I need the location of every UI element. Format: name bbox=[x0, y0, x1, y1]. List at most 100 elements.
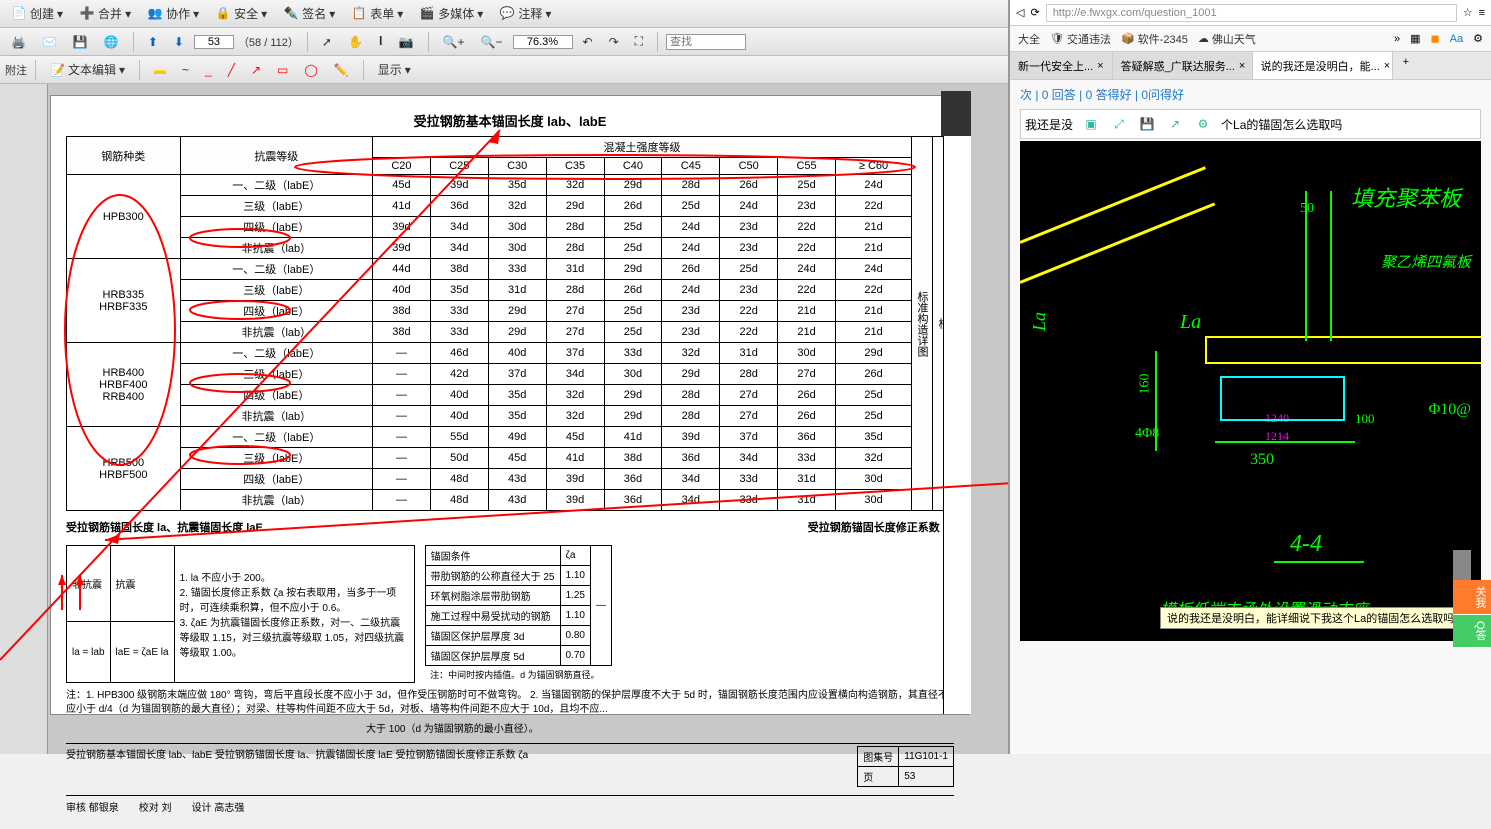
thumbnail-strip[interactable] bbox=[0, 84, 48, 754]
bookmark-item[interactable]: 📦 软件-2345 bbox=[1121, 31, 1188, 47]
underline-tool[interactable]: _ bbox=[199, 61, 218, 79]
fit-page-button[interactable]: ⛶ bbox=[629, 32, 649, 51]
hand-tool[interactable]: ✋ bbox=[342, 33, 369, 51]
menu-icon[interactable]: ≡ bbox=[1479, 7, 1485, 19]
create-button[interactable]: 📄创建 ▾ bbox=[5, 3, 69, 24]
save-icon[interactable]: 💾 bbox=[1137, 114, 1157, 134]
ext-icon-1[interactable]: ▦ bbox=[1410, 32, 1420, 45]
next-page-button[interactable]: ⬇ bbox=[168, 33, 190, 51]
factor-table: 锚固条件ζa—带肋钢筋的公称直径大于 251.10环氧树脂涂层带肋钢筋1.25施… bbox=[425, 545, 612, 683]
arrow-down-icon: ⬇ bbox=[174, 35, 184, 49]
zoom-input[interactable] bbox=[513, 35, 573, 49]
text-edit-button[interactable]: 📝文本编辑 ▾ bbox=[44, 59, 131, 80]
people-icon: 👥 bbox=[147, 6, 163, 22]
highlight-tool[interactable]: ▬ bbox=[148, 61, 172, 79]
tooltip: 说的我还是没明白，能详细说下我这个La的锚固怎么选取吗 bbox=[1160, 607, 1461, 629]
back-button[interactable]: ◁ bbox=[1016, 6, 1024, 19]
prev-page-button[interactable]: ⬆ bbox=[142, 33, 164, 51]
ext-icon-2[interactable]: ◼ bbox=[1431, 32, 1440, 45]
forms-button[interactable]: 📋表单 ▾ bbox=[345, 3, 409, 24]
doc-icon: 📄 bbox=[11, 6, 27, 22]
save-button[interactable]: 💾 bbox=[67, 33, 94, 51]
rotate-right-button[interactable]: ↷ bbox=[603, 33, 625, 51]
strikeout-icon: ~ bbox=[182, 63, 189, 77]
chevron-right-icon[interactable]: » bbox=[1394, 33, 1400, 45]
rect-tool[interactable]: ▭ bbox=[271, 61, 294, 79]
tab-1[interactable]: 新一代安全上... × bbox=[1010, 52, 1113, 79]
email-button[interactable]: ✉️ bbox=[36, 33, 63, 51]
line-tool[interactable]: ╱ bbox=[222, 61, 241, 79]
oval-icon: ◯ bbox=[304, 63, 317, 77]
zoom-out-icon: 🔍− bbox=[481, 35, 503, 49]
oval-tool[interactable]: ◯ bbox=[298, 61, 323, 79]
pencil-icon: ✏️ bbox=[334, 63, 349, 77]
new-tab-button[interactable]: + bbox=[1393, 52, 1419, 79]
cad-la-label2: La bbox=[1180, 311, 1201, 334]
reload-button[interactable]: ⟳ bbox=[1030, 6, 1039, 19]
layers-icon[interactable]: ▣ bbox=[1081, 114, 1101, 134]
select-tool[interactable]: ➚ bbox=[316, 33, 338, 51]
pencil-tool[interactable]: ✏️ bbox=[328, 61, 355, 79]
display-button[interactable]: 显示 ▾ bbox=[372, 59, 417, 80]
cad-la-label: La bbox=[1029, 312, 1050, 331]
collab-button[interactable]: 👥协作 ▾ bbox=[141, 3, 205, 24]
bookmarks-bar: 大全 🛡 交通违法 📦 软件-2345 ☁ 佛山天气 » ▦ ◼ Aa ⚙ bbox=[1010, 26, 1491, 52]
atlas-info: 图集号11G101-1 页53 bbox=[857, 746, 954, 787]
cad-toolbar: 我还是没 ▣ ⤢ 💾 ↗ ⚙ 个La的锚固怎么选取吗 bbox=[1020, 109, 1481, 139]
dark-patch bbox=[941, 91, 971, 136]
cad-phi10: Φ10@ bbox=[1429, 401, 1471, 419]
expand-icon[interactable]: ⤢ bbox=[1109, 114, 1129, 134]
cad-underline bbox=[1274, 561, 1364, 563]
rotate-left-icon: ↶ bbox=[583, 35, 593, 49]
gear-icon[interactable]: ⚙ bbox=[1473, 32, 1483, 45]
browser-pane: ◁ ⟳ ☆ ≡ 大全 🛡 交通违法 📦 软件-2345 ☁ 佛山天气 » ▦ ◼… bbox=[1008, 0, 1491, 754]
cursor-icon: ➚ bbox=[322, 35, 332, 49]
zoom-in-button[interactable]: 🔍+ bbox=[437, 33, 471, 51]
arrow-tool[interactable]: ↗ bbox=[245, 61, 267, 79]
media-button[interactable]: 🎬多媒体 ▾ bbox=[413, 3, 489, 24]
rotate-left-button[interactable]: ↶ bbox=[577, 33, 599, 51]
gear-icon[interactable]: ⚙ bbox=[1193, 114, 1213, 134]
snapshot-tool[interactable]: 📷 bbox=[393, 33, 420, 51]
toolbar-annotate: 附注 📝文本编辑 ▾ ▬ ~ _ ╱ ↗ ▭ ◯ ✏️ 显示 ▾ bbox=[0, 56, 1008, 84]
zoom-out-button[interactable]: 🔍− bbox=[475, 33, 509, 51]
comment-button[interactable]: 💬注释 ▾ bbox=[493, 3, 557, 24]
cad-drawing-view[interactable]: 填充聚苯板 聚乙烯四氟板 50 160 1240 1214 350 100 La… bbox=[1020, 141, 1481, 641]
bookmark-item[interactable]: 大全 bbox=[1018, 31, 1040, 47]
scroll-up-tab[interactable] bbox=[1453, 550, 1471, 580]
toolbar-main: 📄创建 ▾ ➕合并 ▾ 👥协作 ▾ 🔒安全 ▾ ✒️签名 ▾ 📋表单 ▾ 🎬多媒… bbox=[0, 0, 1008, 28]
right-side-tabs: 关我 Q答 bbox=[1453, 550, 1491, 648]
share-icon[interactable]: ↗ bbox=[1165, 114, 1185, 134]
search-input[interactable] bbox=[666, 34, 746, 50]
text-select-tool[interactable]: 𝐈 bbox=[373, 32, 389, 51]
cad-line bbox=[1020, 166, 1206, 244]
page-number-input[interactable] bbox=[194, 35, 234, 49]
print-button[interactable]: 🖨️ bbox=[5, 33, 32, 51]
sign-button[interactable]: ✒️签名 ▾ bbox=[277, 3, 341, 24]
cad-vline bbox=[1330, 191, 1332, 341]
bookmark-item[interactable]: ☁ 佛山天气 bbox=[1198, 31, 1256, 47]
right-tab-1[interactable]: 关我 bbox=[1453, 580, 1491, 615]
web-button[interactable]: 🌐 bbox=[98, 33, 125, 51]
zoom-in-icon: 🔍+ bbox=[443, 35, 465, 49]
strikeout-tool[interactable]: ~ bbox=[176, 61, 195, 79]
url-input[interactable] bbox=[1046, 4, 1457, 22]
bookmark-item[interactable]: 🛡 交通违法 bbox=[1050, 31, 1111, 47]
separator bbox=[657, 32, 658, 52]
cad-line bbox=[1020, 202, 1215, 283]
cad-dim-50: 50 bbox=[1300, 201, 1314, 217]
address-bar: ◁ ⟳ ☆ ≡ bbox=[1010, 0, 1491, 26]
tab-3-active[interactable]: 说的我还是没明白，能... × bbox=[1253, 52, 1393, 79]
cad-label-fill: 填充聚苯板 bbox=[1351, 181, 1461, 213]
merge-button[interactable]: ➕合并 ▾ bbox=[73, 3, 137, 24]
anchor-length-table: 钢筋种类抗震等级混凝土强度等级标准构造详图柱C20C25C30C35C40C45… bbox=[66, 136, 954, 511]
cad-section-label: 4-4 bbox=[1290, 531, 1322, 558]
secure-button[interactable]: 🔒安全 ▾ bbox=[209, 3, 273, 24]
star-icon[interactable]: ☆ bbox=[1463, 6, 1473, 19]
right-tab-2[interactable]: Q答 bbox=[1453, 615, 1491, 648]
bottom-summary: 受拉钢筋基本锚固长度 lab、labE 受拉钢筋锚固长度 la、抗震锚固长度 l… bbox=[66, 746, 847, 787]
ext-icon-3[interactable]: Aa bbox=[1450, 33, 1463, 45]
tab-2[interactable]: 答疑解惑_广联达服务... × bbox=[1113, 52, 1253, 79]
table-notes: 注：1. HPB300 级钢筋末端应做 180° 弯钩，弯后平直段长度不应小于 … bbox=[66, 689, 954, 717]
mail-icon: ✉️ bbox=[42, 35, 57, 49]
